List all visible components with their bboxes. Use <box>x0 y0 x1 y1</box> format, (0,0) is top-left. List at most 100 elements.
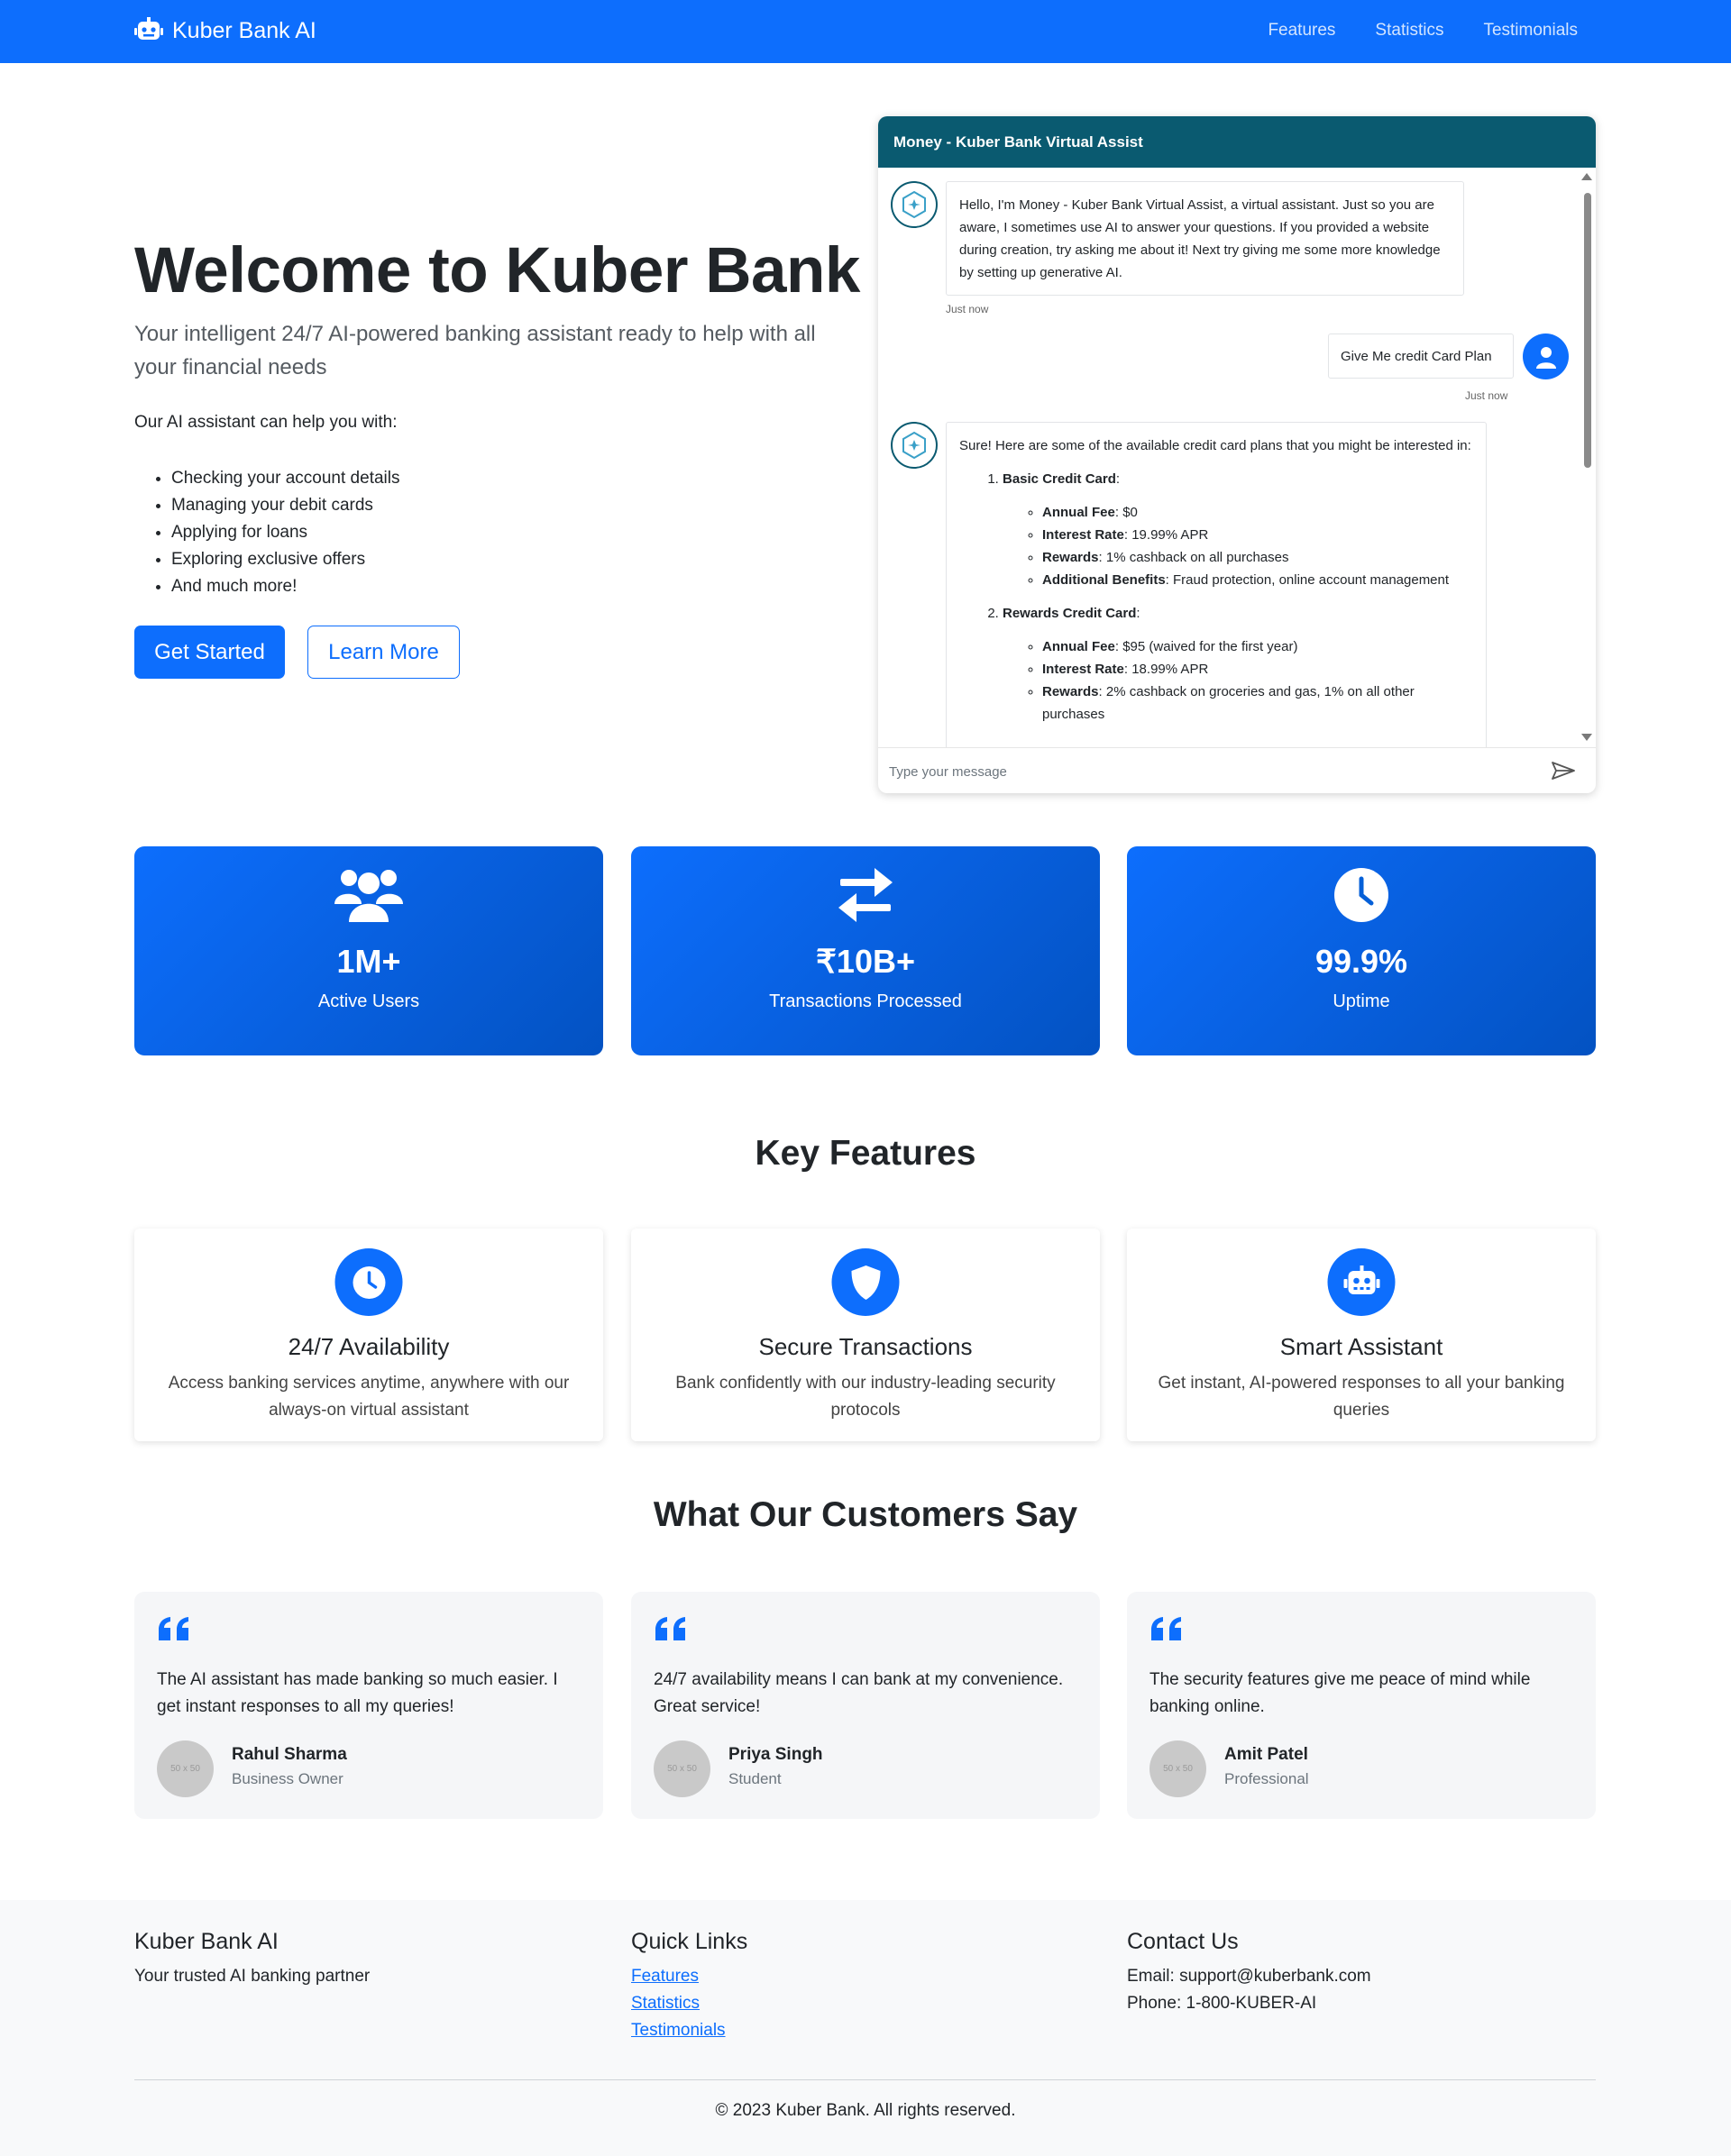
nav-links: Features Statistics Testimonials <box>1268 21 1578 41</box>
chat-message-input[interactable] <box>889 760 1520 783</box>
navbar: Kuber Bank AI Features Statistics Testim… <box>0 0 1731 63</box>
footer-tagline: Your trusted AI banking partner <box>134 1967 371 1986</box>
plan-details: Annual Fee: $95 (waived for the first ye… <box>1042 635 1473 726</box>
bot-avatar <box>891 422 938 469</box>
plan-name: Rewards Credit Card <box>1003 606 1137 621</box>
chat-messages[interactable]: Hello, I'm Money - Kuber Bank Virtual As… <box>878 168 1596 747</box>
footer-quick-links: Quick Links Features Statistics Testimon… <box>631 1929 747 2044</box>
feature-card: 24/7 Availability Access banking service… <box>134 1229 603 1441</box>
testimonial-card: The security features give me peace of m… <box>1127 1592 1596 1819</box>
plan-detail: Annual Fee: $0 <box>1042 501 1473 524</box>
list-item: And much more! <box>171 573 399 600</box>
robot-icon <box>134 17 163 40</box>
chat-widget: Money - Kuber Bank Virtual Assist Hello,… <box>878 116 1596 793</box>
clock-icon <box>1334 868 1388 922</box>
user-icon <box>1535 346 1556 369</box>
stat-value: 1M+ <box>336 943 401 980</box>
testimonials-heading: What Our Customers Say <box>653 1495 1078 1534</box>
plan-detail: Rewards: 2% cashback on groceries and ga… <box>1042 681 1473 726</box>
brand-name: Kuber Bank AI <box>172 17 316 43</box>
footer-heading: Quick Links <box>631 1929 748 1954</box>
quote-icon <box>1151 1617 1181 1640</box>
hero-feature-list: Checking your account details Managing y… <box>171 465 399 600</box>
footer-phone: Phone: 1-800-KUBER-AI <box>1127 1994 1317 2013</box>
testimonial-role: Business Owner <box>232 1770 343 1787</box>
reply-intro: Sure! Here are some of the available cre… <box>959 438 1471 453</box>
quote-icon <box>655 1617 685 1640</box>
plan-detail: Annual Fee: $95 (waived for the first ye… <box>1042 635 1473 658</box>
scrollbar-thumb[interactable] <box>1584 193 1591 468</box>
feature-card: Smart Assistant Get instant, AI-powered … <box>1127 1229 1596 1441</box>
testimonial-name: Rahul Sharma <box>232 1745 347 1764</box>
plan-detail: Interest Rate: 18.99% APR <box>1042 658 1473 681</box>
user-avatar <box>1523 333 1569 379</box>
feature-title: 24/7 Availability <box>288 1333 450 1360</box>
plan-name: Basic Credit Card <box>1003 471 1116 487</box>
feature-description: Get instant, AI-powered responses to all… <box>1158 1374 1565 1420</box>
quote-icon <box>159 1617 188 1640</box>
message-timestamp: Just now <box>1465 389 1508 402</box>
stat-value: ₹10B+ <box>816 943 915 980</box>
footer-heading: Contact Us <box>1127 1929 1239 1954</box>
users-icon <box>334 870 403 922</box>
feature-description: Bank confidently with our industry-leadi… <box>675 1374 1056 1420</box>
hero-intro: Our AI assistant can help you with: <box>134 413 398 432</box>
avatar: 50 x 50 <box>157 1740 214 1797</box>
testimonial-role: Student <box>728 1770 782 1787</box>
footer-email: Email: support@kuberbank.com <box>1127 1967 1371 1986</box>
footer-contact: Contact Us Email: support@kuberbank.com … <box>1127 1929 1371 2017</box>
bot-message: Hello, I'm Money - Kuber Bank Virtual As… <box>946 181 1464 296</box>
message-timestamp: Just now <box>946 303 989 315</box>
get-started-button[interactable]: Get Started <box>134 626 285 679</box>
brand[interactable]: Kuber Bank AI <box>134 17 316 44</box>
stat-card-users: 1M+ Active Users <box>134 846 603 1055</box>
send-icon[interactable] <box>1551 761 1576 781</box>
plan-detail: Rewards: 1% cashback on all purchases <box>1042 546 1473 569</box>
stat-card-transactions: ₹10B+ Transactions Processed <box>631 846 1100 1055</box>
scroll-up-arrow-icon[interactable] <box>1581 173 1592 180</box>
bot-avatar <box>891 181 938 228</box>
feature-title: Smart Assistant <box>1279 1333 1443 1360</box>
testimonial-text: The security features give me peace of m… <box>1149 1670 1531 1716</box>
learn-more-button[interactable]: Learn More <box>307 626 460 679</box>
feature-description: Access banking services anytime, anywher… <box>168 1374 570 1420</box>
nav-link-features[interactable]: Features <box>1268 21 1335 41</box>
robot-icon <box>1327 1248 1396 1316</box>
assistant-logo-icon <box>902 431 926 460</box>
footer-link-testimonials[interactable]: Testimonials <box>631 2017 747 2044</box>
plan-item: Basic Credit Card: Annual Fee: $0 Intere… <box>1003 468 1473 591</box>
copyright: © 2023 Kuber Bank. All rights reserved. <box>715 2101 1016 2120</box>
testimonial-name: Amit Patel <box>1224 1745 1308 1764</box>
testimonial-text: 24/7 availability means I can bank at my… <box>654 1670 1064 1716</box>
hero-subtitle: Your intelligent 24/7 AI-powered banking… <box>134 322 816 379</box>
list-item: Managing your debit cards <box>171 492 399 519</box>
footer-link-statistics[interactable]: Statistics <box>631 1990 747 2017</box>
clock-icon <box>334 1248 403 1316</box>
assistant-logo-icon <box>902 190 926 219</box>
plan-detail: Interest Rate: 19.99% APR <box>1042 524 1473 546</box>
list-item: Checking your account details <box>171 465 399 492</box>
scroll-down-arrow-icon[interactable] <box>1581 734 1592 741</box>
shield-icon <box>831 1248 900 1316</box>
footer-link-features[interactable]: Features <box>631 1963 747 1990</box>
nav-link-testimonials[interactable]: Testimonials <box>1483 21 1578 41</box>
user-message: Give Me credit Card Plan <box>1328 333 1514 379</box>
plan-details: Annual Fee: $0 Interest Rate: 19.99% APR… <box>1042 501 1473 591</box>
chat-header: Money - Kuber Bank Virtual Assist <box>878 116 1596 168</box>
chat-scrollbar[interactable] <box>1581 173 1596 741</box>
exchange-arrows-icon <box>838 868 893 922</box>
stat-label: Active Users <box>317 991 420 1011</box>
list-item: Applying for loans <box>171 519 399 546</box>
avatar: 50 x 50 <box>1149 1740 1206 1797</box>
list-item: Exploring exclusive offers <box>171 546 399 573</box>
testimonial-role: Professional <box>1224 1770 1309 1787</box>
chat-input-bar <box>878 747 1596 793</box>
nav-link-statistics[interactable]: Statistics <box>1375 21 1443 41</box>
footer-divider <box>134 2079 1596 2080</box>
footer-about: Kuber Bank AI Your trusted AI banking pa… <box>134 1929 370 1990</box>
features-heading: Key Features <box>755 1134 976 1173</box>
hero-title: Welcome to Kuber Bank <box>134 235 860 306</box>
testimonial-text: The AI assistant has made banking so muc… <box>157 1670 558 1716</box>
stat-label: Uptime <box>1333 991 1390 1011</box>
plan-detail: Additional Benefits: Fraud protection, o… <box>1042 569 1473 591</box>
